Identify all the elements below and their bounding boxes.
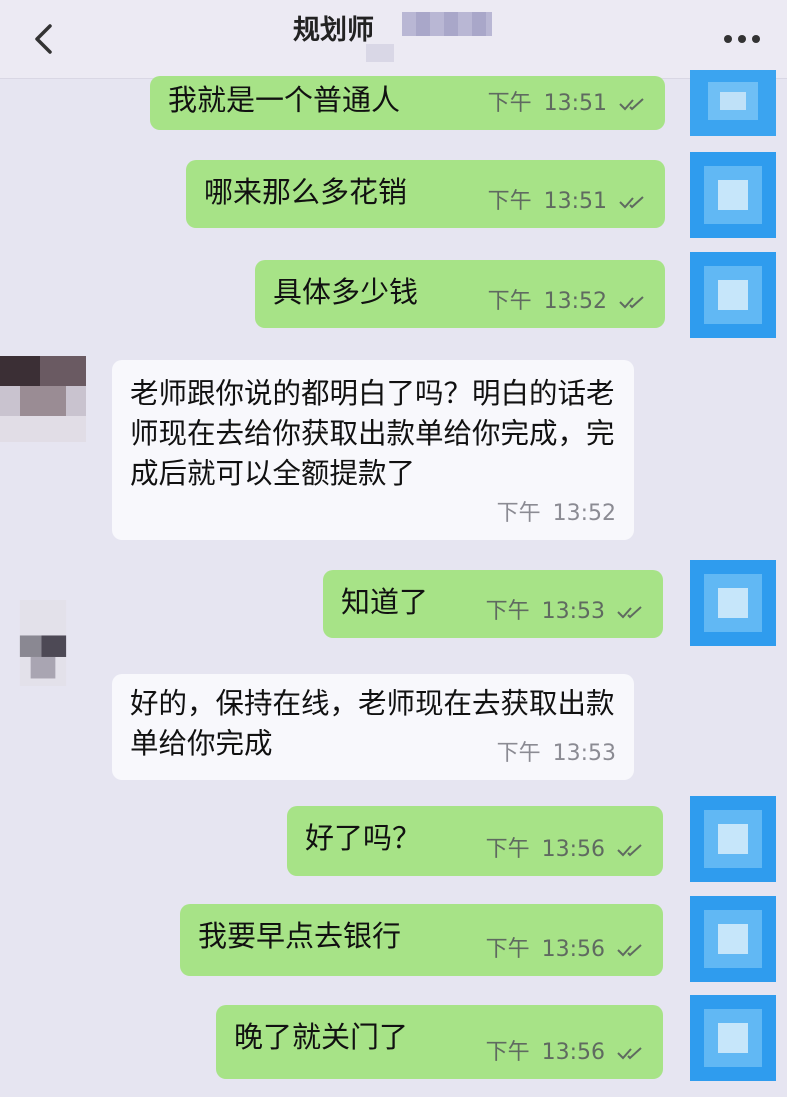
message-text: 好了吗？ — [305, 821, 422, 855]
my-avatar-icon[interactable] — [690, 796, 776, 882]
message-period: 下午 — [485, 837, 530, 862]
message-meta: 下午 13:53 — [486, 592, 645, 632]
message-time: 13:51 — [543, 91, 607, 116]
my-avatar-icon[interactable] — [690, 995, 776, 1081]
message-bubble-incoming[interactable]: 老师跟你说的都明白了吗？明白的话老师现在去给你获取出款单给你完成，完成后就可以全… — [112, 360, 634, 540]
read-check-icon — [617, 606, 642, 619]
message-meta: 下午 13:51 — [488, 182, 647, 222]
message-time: 13:56 — [541, 1040, 605, 1065]
contact-avatar-icon[interactable] — [0, 600, 86, 686]
message-period: 下午 — [496, 501, 541, 526]
message-meta: 下午 13:53 — [497, 734, 616, 774]
my-avatar-icon[interactable] — [690, 252, 776, 338]
pixelated-name-mask — [402, 12, 492, 36]
message-period: 下午 — [496, 741, 541, 766]
message-bubble-outgoing[interactable]: 晚了就关门了 下午 13:56 — [216, 1005, 663, 1079]
message-bubble-outgoing[interactable]: 我就是一个普通人 下午 13:51 — [150, 76, 665, 130]
chat-header: 规划师 — [0, 0, 787, 79]
read-check-icon — [619, 296, 644, 309]
message-text: 知道了 — [341, 585, 429, 619]
chat-title: 规划师 — [293, 15, 374, 46]
message-text: 具体多少钱 — [273, 275, 419, 309]
my-avatar-icon[interactable] — [690, 896, 776, 982]
message-period: 下午 — [487, 91, 532, 116]
message-time: 13:56 — [541, 937, 605, 962]
message-text: 我要早点去银行 — [198, 919, 402, 953]
my-avatar-icon[interactable] — [690, 152, 776, 238]
message-meta: 下午 13:51 — [488, 84, 647, 124]
message-meta: 下午 13:56 — [486, 930, 645, 970]
my-avatar-icon[interactable] — [690, 560, 776, 646]
pixelated-status-mask — [366, 44, 394, 62]
message-time: 13:56 — [541, 837, 605, 862]
contact-avatar-icon[interactable] — [0, 356, 86, 442]
message-text: 晚了就关门了 — [234, 1020, 409, 1054]
message-bubble-outgoing[interactable]: 具体多少钱 下午 13:52 — [255, 260, 665, 328]
message-bubble-outgoing[interactable]: 哪来那么多花销 下午 13:51 — [186, 160, 665, 228]
message-meta: 下午 13:52 — [488, 282, 647, 322]
back-arrow-icon[interactable] — [28, 20, 62, 58]
message-period: 下午 — [487, 289, 532, 314]
message-period: 下午 — [485, 1040, 530, 1065]
message-time: 13:52 — [552, 501, 616, 526]
message-time: 13:53 — [541, 599, 605, 624]
message-meta: 下午 13:52 — [497, 494, 616, 534]
message-meta: 下午 13:56 — [486, 1033, 645, 1073]
read-check-icon — [619, 98, 644, 111]
message-text: 哪来那么多花销 — [204, 175, 408, 209]
message-bubble-outgoing[interactable]: 我要早点去银行 下午 13:56 — [180, 904, 663, 976]
message-time: 13:53 — [552, 741, 616, 766]
message-bubble-outgoing[interactable]: 好了吗？ 下午 13:56 — [287, 806, 663, 876]
message-time: 13:52 — [543, 289, 607, 314]
more-options-icon[interactable] — [722, 32, 762, 46]
message-bubble-outgoing[interactable]: 知道了 下午 13:53 — [323, 570, 663, 638]
message-time: 13:51 — [543, 189, 607, 214]
read-check-icon — [617, 944, 642, 957]
message-period: 下午 — [485, 937, 530, 962]
message-period: 下午 — [485, 599, 530, 624]
message-meta: 下午 13:56 — [486, 830, 645, 870]
message-bubble-incoming[interactable]: 好的，保持在线，老师现在去获取出款单给你完成 下午 13:53 — [112, 674, 634, 780]
message-text: 我就是一个普通人 — [168, 83, 401, 117]
read-check-icon — [617, 1047, 642, 1060]
message-period: 下午 — [487, 189, 532, 214]
read-check-icon — [617, 844, 642, 857]
read-check-icon — [619, 196, 644, 209]
message-text: 老师跟你说的都明白了吗？明白的话老师现在去给你获取出款单给你完成，完成后就可以全… — [130, 377, 615, 490]
my-avatar-icon[interactable] — [690, 70, 776, 156]
